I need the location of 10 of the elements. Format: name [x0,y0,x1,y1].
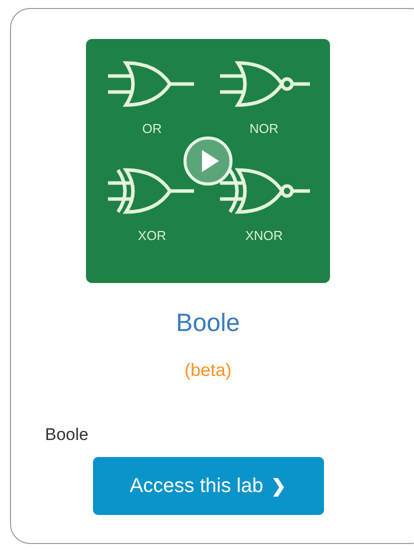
lab-description: Boole [45,425,88,445]
gate-label: XOR [138,228,166,243]
gate-label: XNOR [245,228,283,243]
gate-label: NOR [250,121,278,136]
play-icon[interactable] [183,136,233,186]
gate-label: OR [142,121,162,136]
access-lab-button[interactable]: Access this lab ❯ [92,457,324,515]
lab-thumbnail[interactable]: OR NOR XOR XNOR [86,39,330,283]
lab-title: Boole [176,309,240,338]
beta-label: (beta) [184,360,232,381]
